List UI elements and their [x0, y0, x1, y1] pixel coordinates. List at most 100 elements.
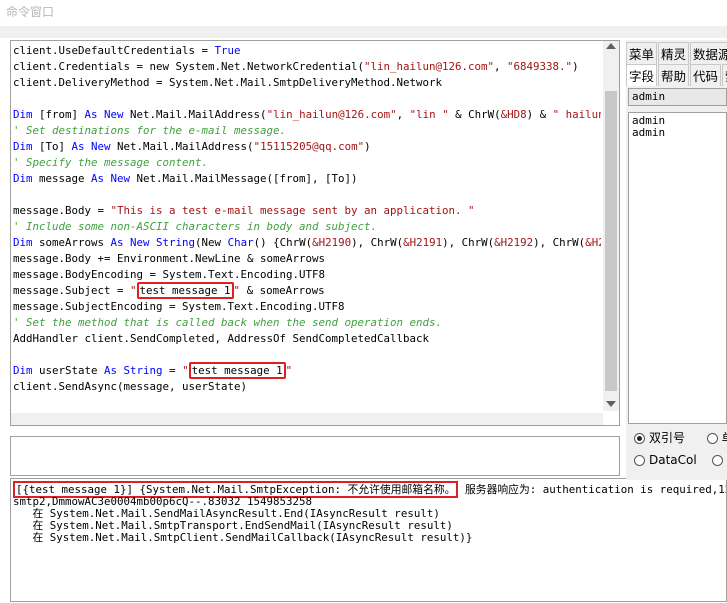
code-line: Dim message As New Net.Mail.MailMessage(… [13, 171, 601, 187]
list-item[interactable]: admin [632, 127, 723, 139]
code-token: As New String [110, 236, 196, 249]
radio-row-2: DataCol C [634, 453, 727, 467]
code-line: Dim someArrows As New String(New Char() … [13, 235, 601, 251]
code-token: Dim [13, 236, 33, 249]
code-token: message [32, 172, 92, 185]
code-token: Dim [13, 172, 33, 185]
code-token: &H2190 [312, 236, 352, 249]
code-token: ' Set destinations for the e-mail messag… [13, 124, 287, 137]
radio-single-quote-label: 单 [722, 431, 727, 445]
code-token: , [396, 108, 410, 121]
code-token: ), ChrW( [533, 236, 586, 249]
code-line: message.BodyEncoding = System.Text.Encod… [13, 267, 601, 283]
code-line: ' Specify the message content. [13, 155, 601, 171]
scroll-up-icon[interactable] [606, 43, 616, 49]
code-token: userState [32, 364, 105, 377]
code-area[interactable]: client.UseDefaultCredentials = True clien… [13, 43, 601, 413]
code-token: As New [84, 108, 124, 121]
side-panel: 菜单精灵数据源 字段帮助代码索 admin admin admin 双引号 单 … [626, 40, 727, 480]
code-line: Dim userState As String = " test message … [13, 362, 601, 379]
scroll-down-icon[interactable] [606, 401, 616, 407]
code-line: message.SubjectEncoding = System.Text.En… [13, 299, 601, 315]
code-token: AddHandler client.SendCompleted, Address… [13, 332, 430, 345]
code-line: client.UseDefaultCredentials = True [13, 43, 601, 59]
code-token: client.UseDefaultCredentials = [13, 44, 215, 57]
code-token: (New [195, 236, 228, 249]
code-line: ' Include some non-ASCII characters in b… [13, 219, 601, 235]
tab-datasource[interactable]: 数据源 [690, 42, 727, 64]
code-token: , [494, 60, 508, 73]
tab-menu[interactable]: 菜单 [626, 42, 658, 64]
radio-datacol-label: DataCol [649, 453, 697, 467]
code-token: "lin_hailun@126.com" [266, 108, 397, 121]
code-line: Dim [To] As New Net.Mail.MailAddress("15… [13, 139, 601, 155]
tab-wizard[interactable]: 精灵 [658, 42, 690, 64]
code-line: Dim [from] As New Net.Mail.MailAddress("… [13, 107, 601, 123]
code-token: As New [91, 172, 131, 185]
code-token: ) & [526, 108, 553, 121]
radio-datacol[interactable] [634, 455, 645, 466]
tab-index[interactable]: 索 [722, 64, 727, 86]
side-tabs-row-2: 字段帮助代码索 [626, 64, 727, 86]
highlight-box: test message 1 [188, 362, 286, 379]
code-token: " [130, 284, 137, 297]
code-line: message.Body += Environment.NewLine & so… [13, 251, 601, 267]
code-token: someArrows [32, 236, 111, 249]
code-token: ), ChrW( [442, 236, 495, 249]
code-token: [from] [32, 108, 85, 121]
code-token: Dim [13, 140, 33, 153]
toolbar [0, 26, 727, 38]
output-text: [{test message 1}] {System.Net.Mail.Smtp… [13, 481, 726, 544]
code-line: message.Subject = " test message 1 " & som… [13, 282, 601, 299]
code-token: "6849338." [507, 60, 573, 73]
editor-horizontal-scrollbar[interactable] [11, 413, 603, 425]
code-token: Net.Mail.MailAddress( [123, 108, 267, 121]
radio-c[interactable] [712, 455, 724, 466]
highlight-box: test message 1 [136, 282, 234, 299]
code-token: &H2191 [403, 236, 443, 249]
code-token: ) [364, 140, 371, 153]
radio-double-quote-label: 双引号 [649, 431, 686, 445]
code-line: ' Set destinations for the e-mail messag… [13, 123, 601, 139]
code-line: ' Set the method that is called back whe… [13, 315, 601, 331]
code-token: " hailun" [552, 108, 601, 121]
code-token: Net.Mail.MailAddress( [110, 140, 254, 153]
code-token: "lin_hailun@126.com" [364, 60, 495, 73]
output-line-5: 在 System.Net.Mail.SmtpClient.SendMailCal… [13, 531, 473, 544]
code-token: " [182, 364, 189, 377]
code-token: True [214, 44, 241, 57]
code-line: client.DeliveryMethod = System.Net.Mail.… [13, 75, 601, 91]
tab-fields[interactable]: 字段 [626, 64, 658, 86]
code-token: ) [572, 60, 579, 73]
code-token: client.SendAsync(message, userState) [13, 380, 248, 393]
tab-help[interactable]: 帮助 [658, 64, 690, 86]
code-token: &H2192 [494, 236, 534, 249]
code-token: "This is a test e-mail message sent by a… [110, 204, 475, 217]
code-token: " [285, 364, 293, 377]
code-token: "15115205@qq.com" [253, 140, 365, 153]
code-token: client.Credentials = new System.Net.Netw… [13, 60, 365, 73]
tab-code[interactable]: 代码 [690, 64, 722, 86]
code-token: &HD8 [500, 108, 527, 121]
command-input[interactable] [10, 436, 620, 476]
code-token: client.DeliveryMethod = System.Net.Mail.… [13, 76, 443, 89]
code-token: Net.Mail.MailMessage([from], [To]) [130, 172, 358, 185]
editor-vertical-scrollbar[interactable] [603, 41, 619, 411]
code-token: [To] [32, 140, 72, 153]
table-select[interactable]: admin [628, 88, 727, 106]
scroll-thumb[interactable] [605, 91, 617, 391]
code-line: client.SendAsync(message, userState) [13, 379, 601, 395]
field-list[interactable]: admin admin [628, 112, 727, 424]
code-token: & someArrows [240, 284, 325, 297]
radio-single-quote[interactable] [706, 433, 718, 444]
code-editor[interactable]: client.UseDefaultCredentials = True clien… [10, 40, 620, 426]
radio-double-quote[interactable] [634, 433, 645, 444]
code-token: ), ChrW( [351, 236, 404, 249]
side-tabs-row-1: 菜单 精灵 数据源 [626, 42, 727, 64]
code-token: As String [104, 364, 163, 377]
code-token: Dim [13, 364, 33, 377]
code-token: As New [71, 140, 111, 153]
